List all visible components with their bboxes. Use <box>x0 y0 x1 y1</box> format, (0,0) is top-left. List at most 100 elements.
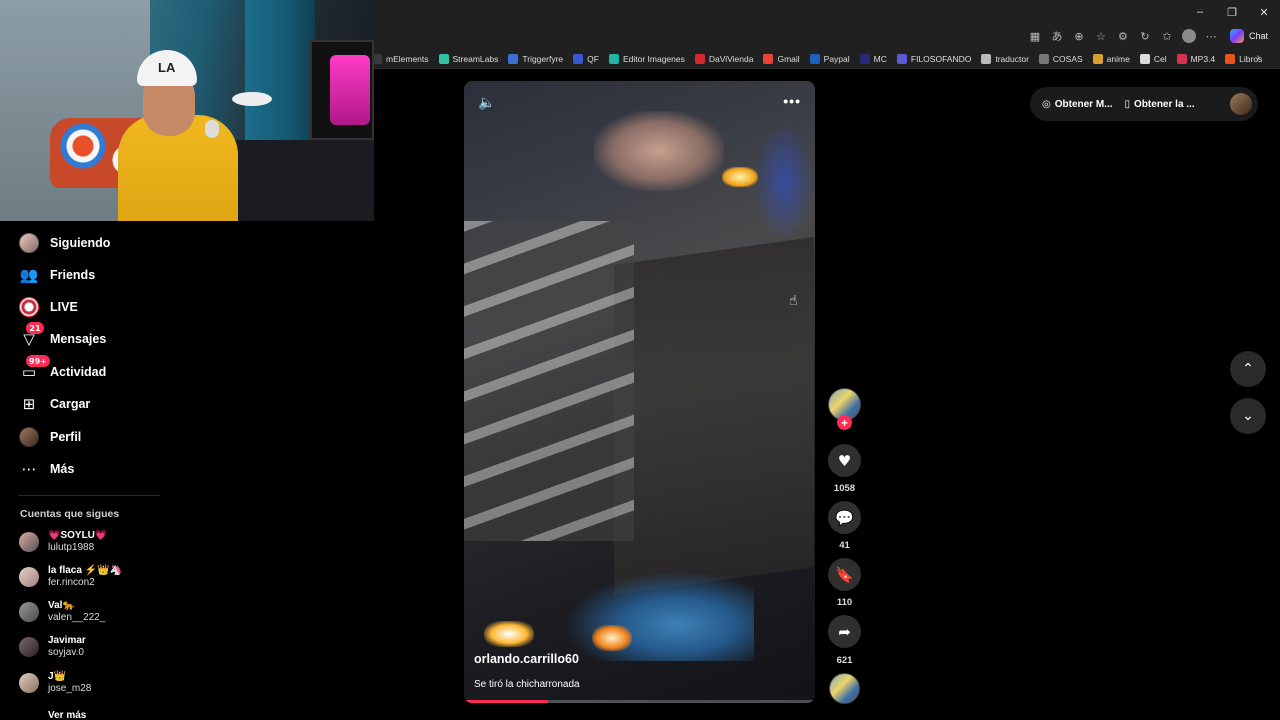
bookmark-item[interactable]: FILOSOFANDO <box>896 53 971 64</box>
chevron-right-icon[interactable]: › <box>1257 52 1260 63</box>
bookmark-label: Paypal <box>823 53 850 64</box>
star-icon[interactable]: ☆ <box>1090 25 1112 47</box>
sidebar-item-label: Actividad <box>50 365 107 379</box>
account-name: la flaca ⚡👑🦄 <box>48 565 123 576</box>
translate-icon[interactable]: あ <box>1046 25 1068 47</box>
progress-fill <box>464 700 549 703</box>
bookmark-label: QF <box>587 53 599 64</box>
comment-button[interactable]: 💬 <box>828 501 861 534</box>
video-player[interactable]: 🔈 ••• ☝ orlando.carrillo60 Se tiró la ch… <box>464 81 815 703</box>
comment-count: 41 <box>839 540 850 551</box>
sidebar-item-live[interactable]: LIVE <box>18 295 78 319</box>
bookmark-item[interactable]: Paypal <box>809 53 850 64</box>
next-video-button[interactable]: ⌄ <box>1230 398 1266 434</box>
more-dots-icon: ⋯ <box>21 460 37 478</box>
bookmark-item[interactable]: Gmail <box>763 53 800 64</box>
bookmark-label: traductor <box>995 53 1029 64</box>
follow-plus-icon[interactable]: + <box>837 415 852 430</box>
mouse-cursor-icon: ☝ <box>789 293 798 309</box>
activity-badge: 99+ <box>26 355 50 367</box>
chat-button[interactable]: Chat <box>1226 26 1276 46</box>
bookmark-item[interactable]: QF <box>573 53 599 64</box>
get-app-button-1[interactable]: ◎ Obtener M... <box>1042 99 1113 110</box>
restore-button[interactable]: ❐ <box>1216 0 1248 24</box>
bookmark-label: MP3.4 <box>1190 53 1216 64</box>
account-name: J👑 <box>48 671 67 682</box>
share-button[interactable]: ➦ <box>828 615 861 648</box>
account-username: fer.rincon2 <box>48 577 95 588</box>
divider <box>18 495 160 496</box>
following-account[interactable]: Val🐆 valen__222_ <box>19 598 105 626</box>
volume-icon[interactable]: 🔈 <box>478 95 495 111</box>
bookmark-item[interactable]: COSAS <box>1038 53 1083 64</box>
sidebar-item-label: Perfil <box>50 430 82 444</box>
bookmark-item[interactable]: anime <box>1092 53 1130 64</box>
close-button[interactable]: ✕ <box>1248 0 1280 24</box>
favorites-icon[interactable]: ✩ <box>1156 25 1178 47</box>
following-account[interactable]: Javimar soyjav.0 <box>19 633 86 661</box>
bookmark-item[interactable]: DaViVienda <box>694 53 753 64</box>
share-icon: ➦ <box>838 622 851 641</box>
account-username: jose_m28 <box>48 683 92 694</box>
following-account[interactable]: J👑 jose_m28 <box>19 669 91 697</box>
like-button[interactable]: ♥ <box>828 444 861 477</box>
avatar <box>19 637 39 657</box>
comment-icon: 💬 <box>835 508 854 527</box>
screen: – ❐ ✕ ▦ あ ⊕ ☆ ⚙ ↻ ✩ ⋯ Chat mElements Stre… <box>0 0 1280 720</box>
more-options-icon[interactable]: ••• <box>783 93 801 109</box>
bookmark-icon <box>896 53 907 64</box>
zoom-icon[interactable]: ⊕ <box>1068 25 1090 47</box>
bookmark-item[interactable]: MP3.4 <box>1176 53 1216 64</box>
avatar <box>19 567 39 587</box>
bookmark-item[interactable]: mElements <box>372 53 429 64</box>
sidebar: Siguiendo 👥 Friends LIVE ▽ 21 Mensajes ▭ 9… <box>0 221 375 720</box>
sidebar-item-actividad[interactable]: ▭ 99+ Actividad <box>18 355 107 384</box>
following-avatar-icon <box>18 232 40 254</box>
sidebar-item-label: LIVE <box>50 300 78 314</box>
bookmark-item[interactable]: StreamLabs <box>438 53 499 64</box>
video-author[interactable]: orlando.carrillo60 <box>474 652 579 666</box>
sidebar-item-cargar[interactable]: ⊞ Cargar <box>18 392 91 416</box>
following-account[interactable]: la flaca ⚡👑🦄 fer.rincon2 <box>19 563 122 591</box>
grid-icon[interactable]: ▦ <box>1024 25 1046 47</box>
bookmark-item[interactable]: traductor <box>981 53 1029 64</box>
minimize-button[interactable]: – <box>1184 0 1216 24</box>
bookmark-icon <box>694 53 705 64</box>
more-icon[interactable]: ⋯ <box>1200 25 1222 47</box>
sidebar-item-friends[interactable]: 👥 Friends <box>18 263 96 287</box>
sidebar-item-perfil[interactable]: Perfil <box>18 425 81 449</box>
bookmark-icon <box>763 53 774 64</box>
video-progress-bar[interactable] <box>464 700 815 703</box>
refresh-icon[interactable]: ↻ <box>1134 25 1156 47</box>
avatar <box>19 673 39 693</box>
see-more-link[interactable]: Ver más <box>48 710 86 720</box>
bookmark-icon <box>859 53 870 64</box>
bookmark-item[interactable]: Cel <box>1139 53 1167 64</box>
avatar <box>19 602 39 622</box>
sidebar-item-mensajes[interactable]: ▽ 21 Mensajes <box>18 322 106 351</box>
get-app-button-2[interactable]: ▯ Obtener la ... <box>1125 99 1195 110</box>
bookmark-icon <box>1038 53 1049 64</box>
bookmark-label: Cel <box>1153 53 1167 64</box>
sidebar-item-mas[interactable]: ⋯ Más <box>18 457 75 481</box>
sidebar-item-label: Más <box>50 462 75 476</box>
bookmark-icon <box>1092 53 1103 64</box>
music-disc[interactable] <box>829 673 860 704</box>
get-app-label-1: Obtener M... <box>1054 98 1113 110</box>
bookmark-list: mElements StreamLabs Triggerfyre QF Editor I… <box>372 48 1262 69</box>
bookmark-label: StreamLabs <box>452 53 499 64</box>
video-caption: Se tiró la chicharronada <box>474 679 580 690</box>
save-button[interactable]: 🔖 <box>828 558 861 591</box>
sidebar-item-siguiendo[interactable]: Siguiendo <box>18 231 110 255</box>
bookmark-item[interactable]: Editor Imagenes <box>608 53 685 64</box>
user-avatar[interactable] <box>1230 93 1252 115</box>
previous-video-button[interactable]: ⌃ <box>1230 351 1266 387</box>
bookmark-icon <box>1139 53 1150 64</box>
bookmark-item[interactable]: Triggerfyre <box>508 53 563 64</box>
bookmark-label: Editor Imagenes <box>622 53 685 64</box>
bookmark-item[interactable]: MC <box>859 53 887 64</box>
profile-icon[interactable] <box>1178 25 1200 47</box>
following-account[interactable]: 💗SOYLU💗 lulutp1988 <box>19 528 107 556</box>
save-count: 110 <box>836 597 853 608</box>
extensions-icon[interactable]: ⚙ <box>1112 25 1134 47</box>
